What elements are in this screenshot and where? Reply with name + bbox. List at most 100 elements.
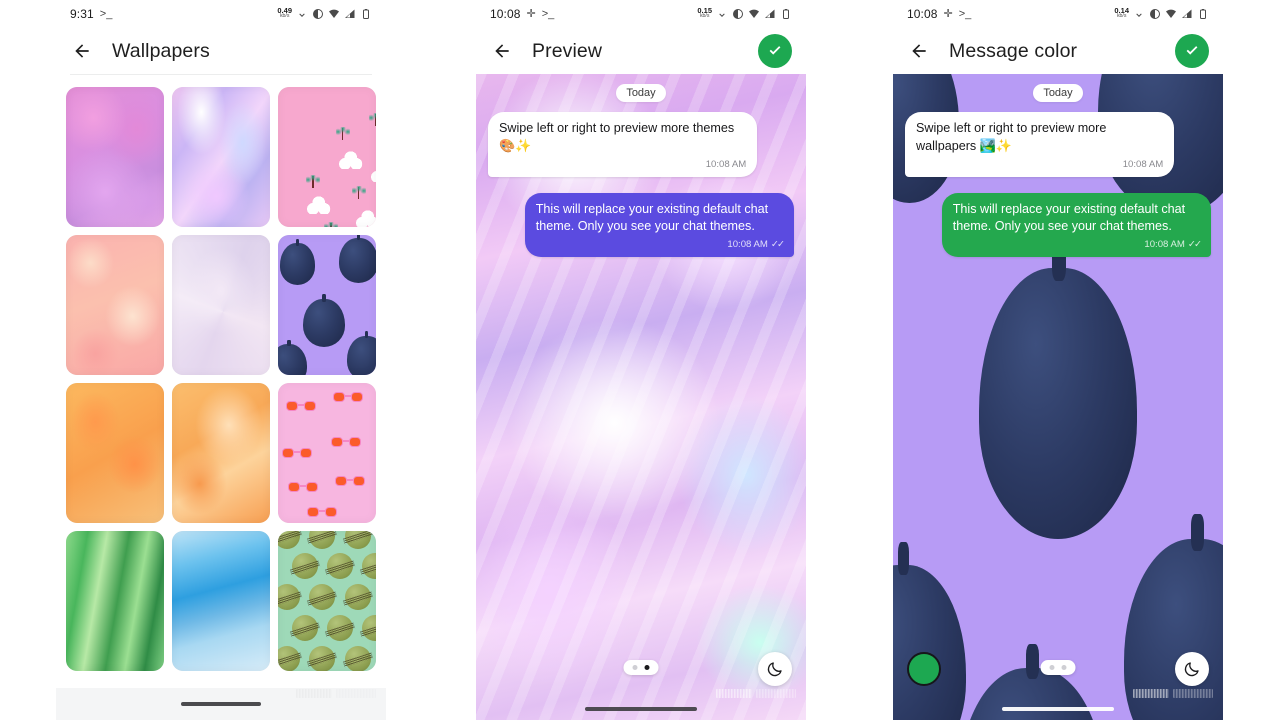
gesture-pill[interactable] [585, 707, 697, 711]
bluetooth-share-icon: ✛ [526, 7, 536, 20]
arrow-left-icon [912, 44, 926, 58]
message-color-bottom-controls [893, 642, 1223, 720]
dark-mode-toggle[interactable] [758, 652, 792, 686]
wallpaper-thumb-orange-silk-swirl[interactable] [172, 383, 270, 523]
incoming-message-bubble[interactable]: Swipe left or right to preview more them… [488, 112, 758, 177]
thumb-shadow [278, 531, 376, 671]
page-indicator[interactable] [623, 660, 659, 675]
message-emoji: 🏞️✨ [979, 138, 1013, 154]
wallpaper-thumb-orange-marigold[interactable] [66, 383, 164, 523]
confirm-button[interactable] [758, 34, 792, 68]
screenshot-stage: 9:31 >_ 0.49 kb/s Wallpapers 10:08 ✛ >_ … [0, 0, 1280, 720]
wallpaper-grid [56, 75, 386, 671]
outgoing-message-bubble[interactable]: This will replace your existing default … [524, 192, 794, 257]
page-dot-1[interactable] [644, 665, 650, 670]
page-dot-1[interactable] [1061, 665, 1067, 670]
status-clock: 9:31 [70, 7, 94, 21]
page-title: Wallpapers [112, 39, 210, 62]
status-clock: 10:08 [907, 7, 938, 21]
chat-preview-area[interactable]: Today Swipe left or right to preview mor… [476, 74, 806, 720]
wallpaper-thumb-green-agave-leaves[interactable] [66, 531, 164, 671]
wallpaper-scroll-area[interactable] [56, 75, 386, 720]
phone-panel-preview: 10:08 ✛ >_ 0.15 kb/s Preview Today Swipe… [476, 0, 806, 720]
battery-icon [1197, 8, 1209, 20]
cellular-signal-icon [764, 8, 776, 20]
page-indicator[interactable] [1040, 660, 1076, 675]
contrast-icon [732, 8, 744, 20]
wallpaper-thumb-pink-palm-cupcake-pattern[interactable] [278, 87, 376, 227]
thumb-shadow [66, 235, 164, 375]
watermark [296, 689, 376, 698]
data-rate-indicator: 0.14 kb/s [1114, 7, 1129, 20]
wallpaper-thumb-pink-peony-flower[interactable] [66, 87, 164, 227]
wifi-icon [328, 8, 340, 20]
wallpaper-thumb-holographic-pastel[interactable] [172, 87, 270, 227]
confirm-button[interactable] [1175, 34, 1209, 68]
status-bar: 10:08 ✛ >_ 0.15 kb/s [476, 0, 806, 28]
dark-mode-toggle[interactable] [1175, 652, 1209, 686]
arrow-left-icon [495, 44, 509, 58]
message-emoji: 🎨✨ [499, 138, 532, 154]
gesture-pill[interactable] [181, 702, 261, 706]
gesture-pill[interactable] [1002, 707, 1114, 711]
incoming-message-time: 10:08 AM [705, 158, 747, 170]
thumb-shadow [66, 383, 164, 523]
terminal-icon: >_ [99, 7, 113, 20]
incoming-message-text: Swipe left or right to preview more wall… [916, 121, 1107, 154]
status-bar-right: 0.15 kb/s [697, 7, 792, 21]
thumb-shadow [278, 235, 376, 375]
read-receipt-icon: ✓✓ [1187, 238, 1202, 250]
back-button[interactable] [70, 39, 94, 63]
wallpaper-thumb-purple-figs[interactable] [278, 235, 376, 375]
phone-panel-message-color: 10:08 ✛ >_ 0.14 kb/s Message color Today… [893, 0, 1223, 720]
terminal-icon: >_ [541, 7, 555, 20]
wallpaper-thumb-coral-blossom[interactable] [66, 235, 164, 375]
wallpaper-thumb-pink-sunglasses-pattern[interactable] [278, 383, 376, 523]
preview-bottom-controls [476, 642, 806, 720]
thumb-shadow [278, 383, 376, 523]
thumb-shadow [172, 531, 270, 671]
status-bar-right: 0.14 kb/s [1114, 7, 1209, 21]
battery-icon [360, 8, 372, 20]
data-rate-unit: kb/s [699, 13, 710, 20]
contrast-icon [312, 8, 324, 20]
back-button[interactable] [907, 39, 931, 63]
read-receipt-icon: ✓✓ [770, 238, 785, 250]
data-rate-unit: kb/s [1116, 13, 1127, 20]
thumb-shadow [172, 87, 270, 227]
chat-preview-area[interactable]: Today Swipe left or right to preview mor… [893, 74, 1223, 720]
wifi-icon [748, 8, 760, 20]
status-clock: 10:08 [490, 7, 521, 21]
contrast-icon [1149, 8, 1161, 20]
download-arrow-icon [716, 8, 728, 20]
wallpaper-thumb-white-dandelion[interactable] [172, 235, 270, 375]
wallpaper-thumb-green-olive-pattern[interactable] [278, 531, 376, 671]
selected-color-swatch[interactable] [907, 652, 941, 686]
back-button[interactable] [490, 39, 514, 63]
date-separator: Today [1033, 84, 1083, 102]
status-bar-left: 10:08 ✛ >_ [490, 7, 554, 21]
thumb-shadow [172, 235, 270, 375]
outgoing-message-meta: 10:08 AM ✓✓ [1144, 238, 1202, 250]
date-separator: Today [616, 84, 666, 102]
phone-panel-wallpapers: 9:31 >_ 0.49 kb/s Wallpapers [56, 0, 386, 720]
wallpaper-thumb-blue-water-flow[interactable] [172, 531, 270, 671]
outgoing-message-meta: 10:08 AM ✓✓ [727, 238, 785, 250]
download-arrow-icon [1133, 8, 1145, 20]
bluetooth-share-icon: ✛ [943, 7, 953, 20]
app-bar: Wallpapers [56, 28, 386, 74]
wifi-icon [1165, 8, 1177, 20]
thumb-shadow [66, 531, 164, 671]
incoming-message-bubble[interactable]: Swipe left or right to preview more wall… [905, 112, 1175, 177]
app-bar: Message color [893, 28, 1223, 74]
message-list: Today Swipe left or right to preview mor… [476, 74, 806, 257]
page-dot-0[interactable] [632, 665, 638, 670]
cellular-signal-icon [1181, 8, 1193, 20]
outgoing-message-text: This will replace your existing default … [952, 201, 1186, 234]
page-dot-0[interactable] [1049, 665, 1055, 670]
outgoing-message-bubble[interactable]: This will replace your existing default … [941, 192, 1211, 257]
data-rate-unit: kb/s [279, 13, 290, 20]
moon-icon [1184, 662, 1199, 677]
battery-icon [780, 8, 792, 20]
status-bar-right: 0.49 kb/s [277, 7, 372, 21]
